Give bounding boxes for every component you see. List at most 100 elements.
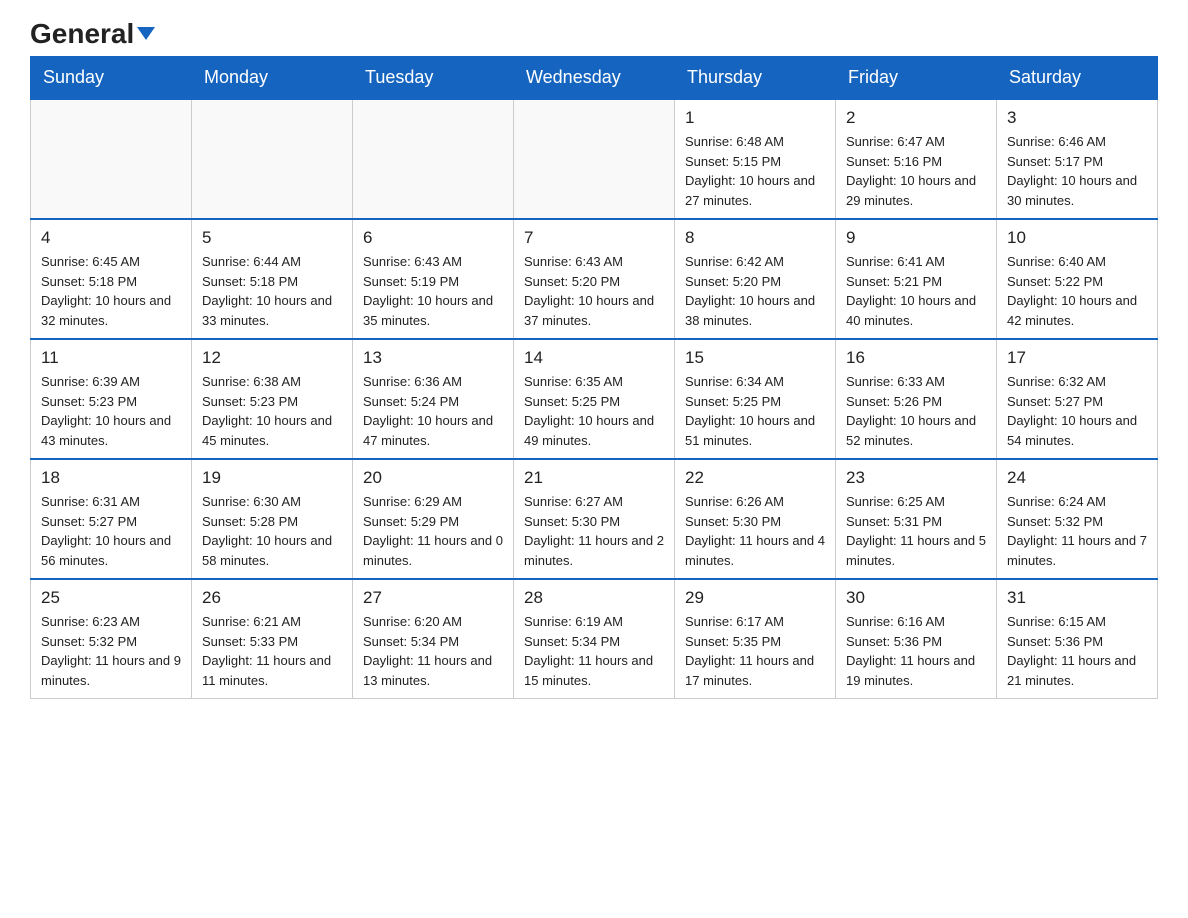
logo-general: General [30, 20, 155, 48]
calendar-cell: 25 Sunrise: 6:23 AMSunset: 5:32 PMDayligh… [31, 579, 192, 699]
day-of-week-header: Friday [836, 57, 997, 100]
calendar-week-row: 18 Sunrise: 6:31 AMSunset: 5:27 PMDayligh… [31, 459, 1158, 579]
day-info: Sunrise: 6:36 AMSunset: 5:24 PMDaylight:… [363, 372, 503, 450]
day-of-week-header: Monday [192, 57, 353, 100]
day-info: Sunrise: 6:46 AMSunset: 5:17 PMDaylight:… [1007, 132, 1147, 210]
day-info: Sunrise: 6:48 AMSunset: 5:15 PMDaylight:… [685, 132, 825, 210]
day-info: Sunrise: 6:15 AMSunset: 5:36 PMDaylight:… [1007, 612, 1147, 690]
day-info: Sunrise: 6:26 AMSunset: 5:30 PMDaylight:… [685, 492, 825, 570]
day-number: 24 [1007, 468, 1147, 488]
calendar-cell: 4 Sunrise: 6:45 AMSunset: 5:18 PMDaylight… [31, 219, 192, 339]
day-info: Sunrise: 6:45 AMSunset: 5:18 PMDaylight:… [41, 252, 181, 330]
calendar-cell: 28 Sunrise: 6:19 AMSunset: 5:34 PMDayligh… [514, 579, 675, 699]
calendar-cell [514, 99, 675, 219]
calendar-cell [192, 99, 353, 219]
calendar-week-row: 1 Sunrise: 6:48 AMSunset: 5:15 PMDaylight… [31, 99, 1158, 219]
day-info: Sunrise: 6:19 AMSunset: 5:34 PMDaylight:… [524, 612, 664, 690]
day-number: 12 [202, 348, 342, 368]
calendar-cell: 12 Sunrise: 6:38 AMSunset: 5:23 PMDayligh… [192, 339, 353, 459]
day-info: Sunrise: 6:38 AMSunset: 5:23 PMDaylight:… [202, 372, 342, 450]
calendar-cell: 29Sunrise: 6:17 AMSunset: 5:35 PMDayligh… [675, 579, 836, 699]
day-number: 28 [524, 588, 664, 608]
day-number: 14 [524, 348, 664, 368]
day-number: 10 [1007, 228, 1147, 248]
page-header: General [30, 20, 1158, 46]
day-number: 7 [524, 228, 664, 248]
day-number: 13 [363, 348, 503, 368]
day-info: Sunrise: 6:20 AMSunset: 5:34 PMDaylight:… [363, 612, 503, 690]
calendar-cell: 24 Sunrise: 6:24 AMSunset: 5:32 PMDayligh… [997, 459, 1158, 579]
calendar-cell: 7Sunrise: 6:43 AMSunset: 5:20 PMDaylight… [514, 219, 675, 339]
day-info: Sunrise: 6:42 AMSunset: 5:20 PMDaylight:… [685, 252, 825, 330]
calendar-cell: 2 Sunrise: 6:47 AMSunset: 5:16 PMDaylight… [836, 99, 997, 219]
calendar-cell: 13 Sunrise: 6:36 AMSunset: 5:24 PMDayligh… [353, 339, 514, 459]
calendar-cell: 27 Sunrise: 6:20 AMSunset: 5:34 PMDayligh… [353, 579, 514, 699]
day-number: 17 [1007, 348, 1147, 368]
day-number: 11 [41, 348, 181, 368]
day-of-week-header: Saturday [997, 57, 1158, 100]
day-of-week-header: Wednesday [514, 57, 675, 100]
day-number: 6 [363, 228, 503, 248]
calendar-cell [31, 99, 192, 219]
day-info: Sunrise: 6:23 AMSunset: 5:32 PMDaylight:… [41, 612, 181, 690]
calendar-cell: 6Sunrise: 6:43 AMSunset: 5:19 PMDaylight… [353, 219, 514, 339]
day-of-week-header: Tuesday [353, 57, 514, 100]
day-number: 25 [41, 588, 181, 608]
calendar-cell: 22Sunrise: 6:26 AMSunset: 5:30 PMDayligh… [675, 459, 836, 579]
day-number: 23 [846, 468, 986, 488]
calendar-cell: 9 Sunrise: 6:41 AMSunset: 5:21 PMDaylight… [836, 219, 997, 339]
calendar-cell: 16 Sunrise: 6:33 AMSunset: 5:26 PMDayligh… [836, 339, 997, 459]
day-info: Sunrise: 6:24 AMSunset: 5:32 PMDaylight:… [1007, 492, 1147, 570]
calendar-cell: 31 Sunrise: 6:15 AMSunset: 5:36 PMDayligh… [997, 579, 1158, 699]
calendar-cell: 19Sunrise: 6:30 AMSunset: 5:28 PMDayligh… [192, 459, 353, 579]
day-number: 18 [41, 468, 181, 488]
day-info: Sunrise: 6:25 AMSunset: 5:31 PMDaylight:… [846, 492, 986, 570]
calendar-cell: 1 Sunrise: 6:48 AMSunset: 5:15 PMDaylight… [675, 99, 836, 219]
day-number: 20 [363, 468, 503, 488]
day-number: 9 [846, 228, 986, 248]
calendar-header-row: SundayMondayTuesdayWednesdayThursdayFrid… [31, 57, 1158, 100]
calendar-cell: 21 Sunrise: 6:27 AMSunset: 5:30 PMDayligh… [514, 459, 675, 579]
calendar-cell: 30 Sunrise: 6:16 AMSunset: 5:36 PMDayligh… [836, 579, 997, 699]
day-number: 15 [685, 348, 825, 368]
day-info: Sunrise: 6:39 AMSunset: 5:23 PMDaylight:… [41, 372, 181, 450]
calendar-cell: 18 Sunrise: 6:31 AMSunset: 5:27 PMDayligh… [31, 459, 192, 579]
day-number: 16 [846, 348, 986, 368]
day-number: 8 [685, 228, 825, 248]
calendar-cell [353, 99, 514, 219]
day-number: 4 [41, 228, 181, 248]
day-info: Sunrise: 6:16 AMSunset: 5:36 PMDaylight:… [846, 612, 986, 690]
day-number: 30 [846, 588, 986, 608]
calendar-week-row: 4 Sunrise: 6:45 AMSunset: 5:18 PMDaylight… [31, 219, 1158, 339]
calendar-cell: 5 Sunrise: 6:44 AMSunset: 5:18 PMDaylight… [192, 219, 353, 339]
day-info: Sunrise: 6:44 AMSunset: 5:18 PMDaylight:… [202, 252, 342, 330]
calendar-cell: 3Sunrise: 6:46 AMSunset: 5:17 PMDaylight… [997, 99, 1158, 219]
day-info: Sunrise: 6:31 AMSunset: 5:27 PMDaylight:… [41, 492, 181, 570]
day-number: 27 [363, 588, 503, 608]
calendar-cell: 23 Sunrise: 6:25 AMSunset: 5:31 PMDayligh… [836, 459, 997, 579]
calendar-cell: 8 Sunrise: 6:42 AMSunset: 5:20 PMDaylight… [675, 219, 836, 339]
day-number: 5 [202, 228, 342, 248]
day-number: 21 [524, 468, 664, 488]
day-number: 31 [1007, 588, 1147, 608]
day-info: Sunrise: 6:30 AMSunset: 5:28 PMDaylight:… [202, 492, 342, 570]
day-number: 2 [846, 108, 986, 128]
logo: General [30, 20, 155, 46]
day-of-week-header: Thursday [675, 57, 836, 100]
calendar-cell: 11 Sunrise: 6:39 AMSunset: 5:23 PMDayligh… [31, 339, 192, 459]
calendar-cell: 20Sunrise: 6:29 AMSunset: 5:29 PMDayligh… [353, 459, 514, 579]
day-number: 29 [685, 588, 825, 608]
calendar-cell: 26 Sunrise: 6:21 AMSunset: 5:33 PMDayligh… [192, 579, 353, 699]
day-info: Sunrise: 6:41 AMSunset: 5:21 PMDaylight:… [846, 252, 986, 330]
day-of-week-header: Sunday [31, 57, 192, 100]
day-info: Sunrise: 6:21 AMSunset: 5:33 PMDaylight:… [202, 612, 342, 690]
day-number: 26 [202, 588, 342, 608]
day-info: Sunrise: 6:32 AMSunset: 5:27 PMDaylight:… [1007, 372, 1147, 450]
day-info: Sunrise: 6:33 AMSunset: 5:26 PMDaylight:… [846, 372, 986, 450]
day-info: Sunrise: 6:35 AMSunset: 5:25 PMDaylight:… [524, 372, 664, 450]
day-number: 1 [685, 108, 825, 128]
calendar-cell: 15 Sunrise: 6:34 AMSunset: 5:25 PMDayligh… [675, 339, 836, 459]
day-info: Sunrise: 6:27 AMSunset: 5:30 PMDaylight:… [524, 492, 664, 570]
day-info: Sunrise: 6:47 AMSunset: 5:16 PMDaylight:… [846, 132, 986, 210]
day-info: Sunrise: 6:34 AMSunset: 5:25 PMDaylight:… [685, 372, 825, 450]
